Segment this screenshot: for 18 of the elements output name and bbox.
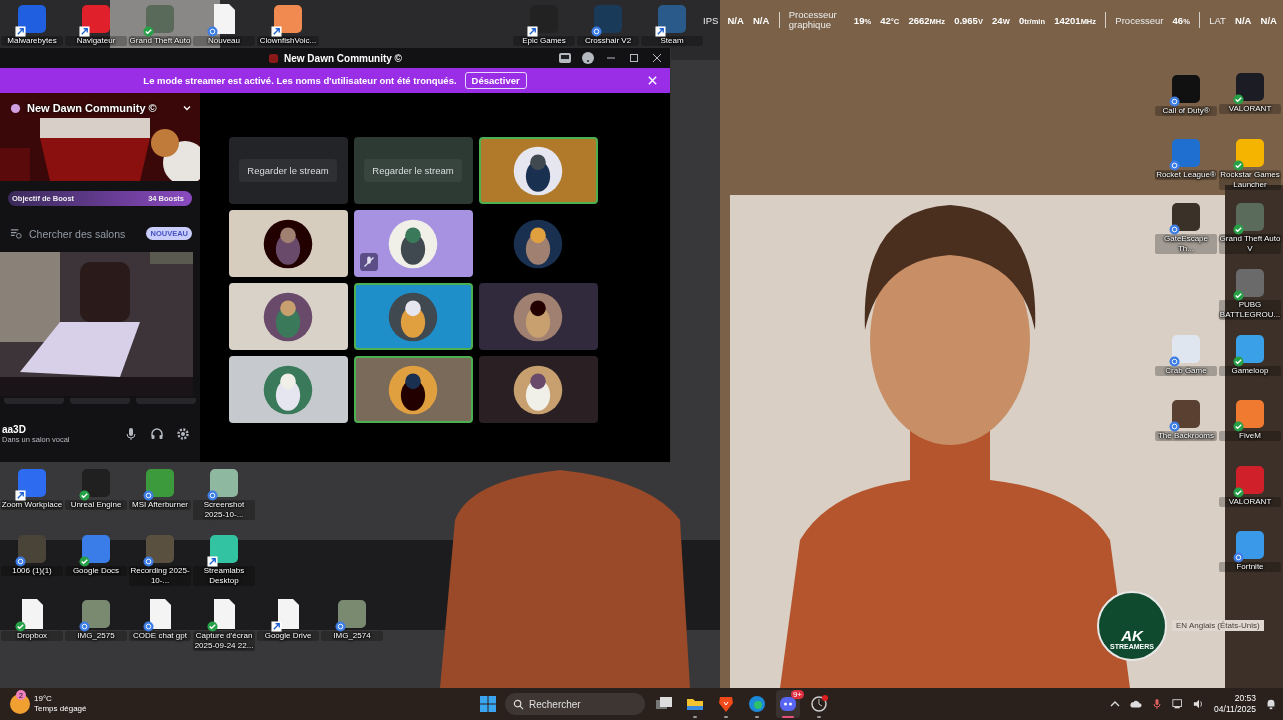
start-icon[interactable] xyxy=(478,694,498,714)
lion-shield-icon[interactable] xyxy=(716,694,736,714)
temperature: 19°C xyxy=(34,694,53,704)
running-indicator xyxy=(755,716,759,718)
search-field[interactable]: Rechercher xyxy=(505,693,645,715)
weather-condition: Temps dégagé xyxy=(34,704,87,714)
cloud-icon[interactable] xyxy=(1130,698,1143,710)
search-icon xyxy=(513,698,524,710)
microphone-icon[interactable] xyxy=(1151,698,1164,710)
running-indicator xyxy=(693,716,697,718)
running-indicator xyxy=(817,716,821,718)
running-indicator xyxy=(782,716,794,718)
running-indicator xyxy=(724,716,728,718)
network-icon[interactable] xyxy=(1172,698,1185,710)
browser-icon[interactable] xyxy=(747,694,767,714)
clock[interactable]: 20:53 04/11/2025 xyxy=(1214,693,1256,715)
notification-badge: 9+ xyxy=(790,690,804,699)
notification-icon[interactable] xyxy=(1265,698,1277,710)
